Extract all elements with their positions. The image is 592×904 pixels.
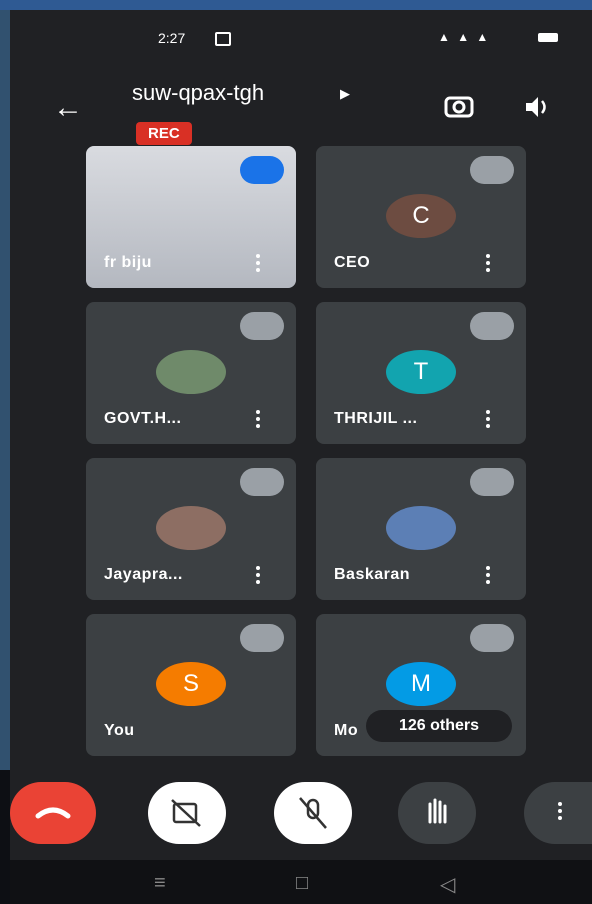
mic-muted-icon	[240, 312, 284, 340]
call-controls	[10, 782, 592, 852]
participant-name: Jayapra...	[104, 566, 183, 583]
end-call-button[interactable]	[10, 782, 96, 844]
participant-name: fr biju	[104, 254, 152, 271]
participant-name: You	[104, 722, 135, 739]
android-nav-bar: ≡ □ ◁	[10, 860, 592, 904]
mic-toggle-button[interactable]	[274, 782, 352, 844]
mic-muted-icon	[470, 312, 514, 340]
switch-camera-icon[interactable]	[442, 90, 476, 124]
mic-muted-icon	[470, 156, 514, 184]
avatar-photo	[156, 350, 226, 394]
participant-tile-baskaran[interactable]: Baskaran	[316, 458, 526, 600]
battery-icon	[538, 33, 558, 42]
recording-badge: REC	[136, 122, 192, 145]
participant-name: THRIJIL ...	[334, 410, 418, 427]
participant-name: CEO	[334, 254, 371, 271]
participant-tile-jayapra[interactable]: Jayapra...	[86, 458, 296, 600]
participant-tile-fr-biju[interactable]: fr biju	[86, 146, 296, 288]
meeting-header: ← suw-qpax-tgh ▶ REC	[10, 70, 592, 150]
mic-off-icon	[299, 797, 327, 829]
tile-more-icon[interactable]	[256, 566, 260, 584]
mic-muted-icon	[240, 624, 284, 652]
tile-more-icon[interactable]	[256, 254, 260, 272]
others-count-chip[interactable]: 126 others	[366, 710, 512, 742]
tile-more-icon[interactable]	[256, 410, 260, 428]
tile-more-icon[interactable]	[486, 566, 490, 584]
avatar: C	[386, 194, 456, 238]
participant-tile-you[interactable]: S You	[86, 614, 296, 756]
avatar: S	[156, 662, 226, 706]
tile-more-icon[interactable]	[486, 410, 490, 428]
left-edge-strip	[0, 10, 10, 770]
camera-toggle-button[interactable]	[148, 782, 226, 844]
participant-name: GOVT.H...	[104, 410, 182, 427]
signal-icons: ▲ ▲ ▲	[438, 30, 491, 44]
participant-name: Baskaran	[334, 566, 411, 583]
status-time: 2:27	[158, 30, 186, 46]
mic-muted-icon	[240, 468, 284, 496]
more-vertical-icon	[558, 802, 562, 820]
participant-tile-ceo[interactable]: C CEO	[316, 146, 526, 288]
participant-tile-others[interactable]: M Mo 126 others	[316, 614, 526, 756]
recent-apps-icon[interactable]: ≡	[154, 872, 166, 895]
sim-icon	[215, 32, 231, 46]
avatar: T	[386, 350, 456, 394]
participant-tile-govt[interactable]: GOVT.H...	[86, 302, 296, 444]
caret-right-icon[interactable]: ▶	[340, 86, 350, 102]
back-icon[interactable]: ◁	[440, 872, 455, 897]
mic-muted-icon	[470, 468, 514, 496]
phone-hangup-icon	[35, 807, 71, 819]
camera-off-icon	[171, 799, 201, 827]
participant-tile-thrijil[interactable]: T THRIJIL ...	[316, 302, 526, 444]
raise-hand-icon	[428, 798, 447, 824]
raise-hand-button[interactable]	[398, 782, 476, 844]
status-bar: 2:27 ▲ ▲ ▲	[10, 30, 592, 52]
home-icon[interactable]: □	[296, 872, 308, 895]
avatar-photo	[386, 506, 456, 550]
more-options-button[interactable]	[524, 782, 592, 844]
avatar-photo	[156, 506, 226, 550]
participant-name: Mo	[334, 722, 359, 739]
top-edge-bar	[0, 0, 592, 10]
back-arrow-icon[interactable]: ←	[50, 90, 86, 126]
mic-muted-icon	[470, 624, 514, 652]
tile-more-icon[interactable]	[486, 254, 490, 272]
speaking-indicator-icon	[240, 156, 284, 184]
phone-screen: 2:27 ▲ ▲ ▲ ← suw-qpax-tgh ▶ REC fr biju …	[10, 10, 592, 904]
meeting-code[interactable]: suw-qpax-tgh	[132, 80, 264, 106]
speaker-icon[interactable]	[520, 90, 554, 124]
avatar: M	[386, 662, 456, 706]
